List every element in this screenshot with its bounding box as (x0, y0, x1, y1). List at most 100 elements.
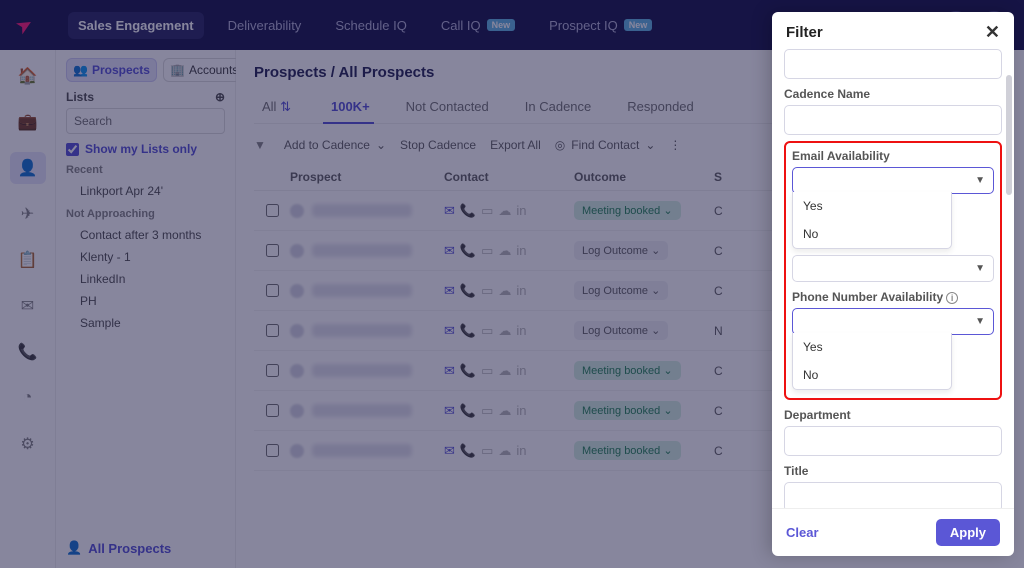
list-ph[interactable]: PH (66, 290, 225, 312)
lists-search-input[interactable] (66, 108, 225, 134)
outcome-pill[interactable]: Log Outcome ⌄ (574, 241, 668, 260)
tab-responded[interactable]: Responded (623, 91, 698, 123)
more-actions[interactable]: ⋮ (669, 138, 681, 152)
row-checkbox[interactable] (266, 204, 279, 217)
close-icon[interactable]: ✕ (985, 22, 1000, 43)
linkedin-icon[interactable]: in (516, 283, 526, 298)
mobile-icon[interactable]: ▭ (481, 323, 493, 339)
nav-schedule-iq[interactable]: Schedule IQ (325, 12, 417, 39)
show-my-lists-toggle[interactable]: Show my Lists only (66, 142, 225, 156)
find-contact[interactable]: ◎Find Contact⌄ (555, 138, 656, 152)
prospects-icon[interactable]: 👤 (10, 152, 46, 184)
email-avail-option-yes[interactable]: Yes (793, 192, 951, 220)
tab-in-cadence[interactable]: In Cadence (521, 91, 596, 123)
phone-icon[interactable]: 📞 (460, 203, 476, 219)
mail-icon[interactable]: ✉ (444, 283, 455, 299)
row-checkbox[interactable] (266, 364, 279, 377)
mail-icon[interactable]: ✉ (444, 323, 455, 339)
outcome-pill[interactable]: Meeting booked ⌄ (574, 361, 681, 380)
clear-button[interactable]: Clear (786, 525, 819, 540)
filter-icon[interactable]: ▼ (254, 138, 266, 152)
mail-icon[interactable]: ✉ (444, 363, 455, 379)
briefcase-icon[interactable]: 💼 (10, 106, 46, 138)
phone-icon[interactable]: 📞 (460, 443, 476, 459)
row-checkbox[interactable] (266, 324, 279, 337)
outcome-pill[interactable]: Log Outcome ⌄ (574, 281, 668, 300)
send-icon[interactable]: ✈ (10, 198, 46, 230)
nav-sales-engagement[interactable]: Sales Engagement (68, 12, 204, 39)
list-linkport[interactable]: Linkport Apr 24' (66, 180, 225, 202)
clipboard-icon[interactable]: 📋 (10, 244, 46, 276)
mobile-icon[interactable]: ▭ (481, 363, 493, 379)
add-to-cadence[interactable]: Add to Cadence⌄ (284, 138, 386, 152)
cloud-icon[interactable]: ☁ (498, 323, 511, 339)
phone-icon[interactable]: 📞 (460, 243, 476, 259)
mail-icon[interactable]: ✉ (444, 243, 455, 259)
export-all[interactable]: Export All (490, 138, 541, 152)
mail-icon[interactable]: ✉ (10, 290, 46, 322)
phone-icon[interactable]: 📞 (460, 283, 476, 299)
list-sample[interactable]: Sample (66, 312, 225, 334)
cloud-icon[interactable]: ☁ (498, 203, 511, 219)
linkedin-icon[interactable]: in (516, 403, 526, 418)
outcome-pill[interactable]: Meeting booked ⌄ (574, 441, 681, 460)
row-checkbox[interactable] (266, 284, 279, 297)
all-prospects-footer[interactable]: 👤All Prospects (66, 540, 171, 556)
phone-avail-option-yes[interactable]: Yes (793, 333, 951, 361)
email-avail-option-no[interactable]: No (793, 220, 951, 248)
mail-icon[interactable]: ✉ (444, 403, 455, 419)
mobile-icon[interactable]: ▭ (481, 243, 493, 259)
email-availability-select[interactable]: ▼ (792, 167, 994, 194)
list-contact-3m[interactable]: Contact after 3 months (66, 224, 225, 246)
cadence-name-input[interactable] (784, 105, 1002, 135)
outcome-pill[interactable]: Meeting booked ⌄ (574, 401, 681, 420)
mail-icon[interactable]: ✉ (444, 443, 455, 459)
nav-call-iq[interactable]: Call IQNew (431, 12, 525, 39)
row-checkbox[interactable] (266, 244, 279, 257)
phone-availability-select[interactable]: ▼ (792, 308, 994, 335)
segment-prospects[interactable]: 👥Prospects (66, 58, 157, 82)
phone-icon[interactable]: 📞 (460, 363, 476, 379)
filter-generic-input[interactable] (784, 49, 1002, 79)
cloud-icon[interactable]: ☁ (498, 403, 511, 419)
cloud-icon[interactable]: ☁ (498, 243, 511, 259)
tab-not-contacted[interactable]: Not Contacted (402, 91, 493, 123)
row-checkbox[interactable] (266, 404, 279, 417)
tab-all-count[interactable]: 100K+ (323, 91, 374, 123)
linkedin-icon[interactable]: in (516, 443, 526, 458)
nav-deliverability[interactable]: Deliverability (218, 12, 312, 39)
phone-avail-option-no[interactable]: No (793, 361, 951, 389)
linkedin-icon[interactable]: in (516, 363, 526, 378)
outcome-pill[interactable]: Meeting booked ⌄ (574, 201, 681, 220)
mobile-icon[interactable]: ▭ (481, 443, 493, 459)
linkedin-icon[interactable]: in (516, 203, 526, 218)
mobile-icon[interactable]: ▭ (481, 403, 493, 419)
phone-icon[interactable]: 📞 (460, 403, 476, 419)
outcome-pill[interactable]: Log Outcome ⌄ (574, 321, 668, 340)
add-list-icon[interactable]: ⊕ (215, 90, 225, 104)
mobile-icon[interactable]: ▭ (481, 283, 493, 299)
tab-all[interactable]: All ⇅ (258, 91, 295, 123)
list-klenty[interactable]: Klenty - 1 (66, 246, 225, 268)
mail-icon[interactable]: ✉ (444, 203, 455, 219)
title-input[interactable] (784, 482, 1002, 508)
stop-cadence[interactable]: Stop Cadence (400, 138, 476, 152)
segment-accounts[interactable]: 🏢Accounts (163, 58, 245, 82)
phone-icon[interactable]: 📞 (10, 336, 46, 368)
list-linkedin[interactable]: LinkedIn (66, 268, 225, 290)
info-icon[interactable]: i (946, 292, 958, 304)
row-checkbox[interactable] (266, 444, 279, 457)
mobile-icon[interactable]: ▭ (481, 203, 493, 219)
home-icon[interactable]: 🏠 (10, 60, 46, 92)
cloud-icon[interactable]: ☁ (498, 283, 511, 299)
apply-button[interactable]: Apply (936, 519, 1000, 546)
cloud-icon[interactable]: ☁ (498, 363, 511, 379)
linkedin-icon[interactable]: in (516, 243, 526, 258)
analytics-icon[interactable]: ◔ (10, 382, 46, 414)
linkedin-icon[interactable]: in (516, 323, 526, 338)
phone-icon[interactable]: 📞 (460, 323, 476, 339)
scrollbar[interactable] (1006, 75, 1012, 195)
cloud-icon[interactable]: ☁ (498, 443, 511, 459)
nav-prospect-iq[interactable]: Prospect IQNew (539, 12, 662, 39)
department-input[interactable] (784, 426, 1002, 456)
